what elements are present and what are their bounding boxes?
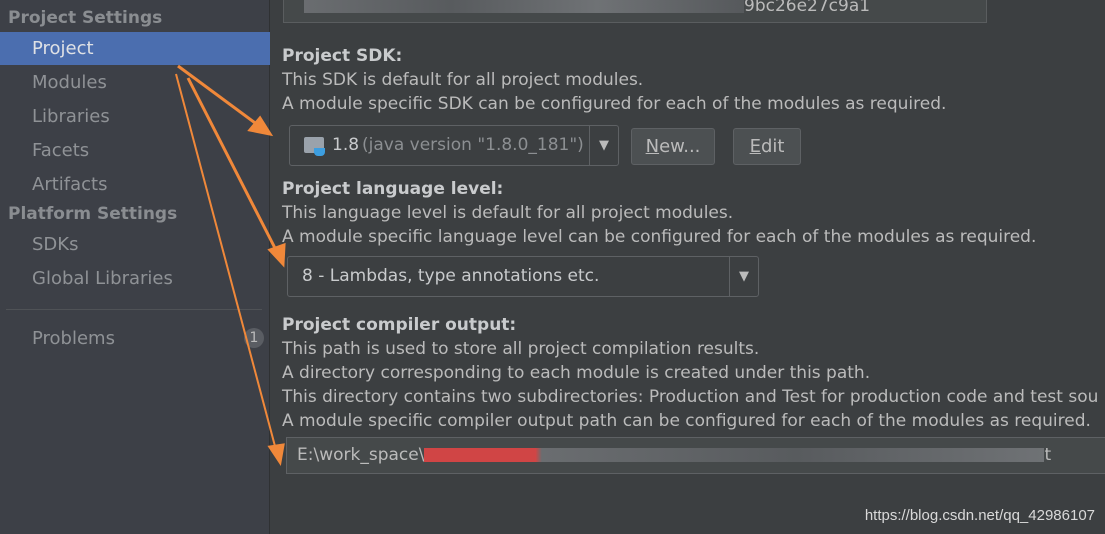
sidebar: Project Settings Project Modules Librari…: [0, 0, 270, 534]
sidebar-item-problems[interactable]: Problems: [0, 322, 270, 355]
compiler-output-path-field[interactable]: E:\work_space\ t: [286, 437, 1105, 474]
output-desc-1: This path is used to store all project c…: [282, 339, 760, 359]
language-desc-1: This language level is default for all p…: [282, 203, 734, 223]
sidebar-item-libraries[interactable]: Libraries: [0, 100, 270, 133]
output-desc-3: This directory contains two subdirectori…: [282, 387, 1099, 407]
field-text: 9bc26e27c9a1: [744, 0, 871, 16]
sidebar-item-facets[interactable]: Facets: [0, 134, 270, 167]
watermark: https://blog.csdn.net/qq_42986107: [864, 507, 1095, 524]
edit-sdk-button[interactable]: Edit: [733, 128, 801, 165]
project-name-field[interactable]: 9bc26e27c9a1: [283, 0, 987, 23]
output-desc-2: A directory corresponding to each module…: [282, 363, 871, 383]
sdk-desc-2: A module specific SDK can be configured …: [282, 94, 947, 114]
chevron-down-icon[interactable]: ▼: [589, 126, 618, 165]
sidebar-item-sdks[interactable]: SDKs: [0, 228, 270, 261]
sdk-heading: Project SDK:: [282, 46, 403, 66]
chevron-down-icon[interactable]: ▼: [729, 257, 758, 296]
compiler-output-heading: Project compiler output:: [282, 315, 517, 335]
output-desc-4: A module specific compiler output path c…: [282, 411, 1091, 431]
sidebar-item-project[interactable]: Project: [0, 32, 270, 65]
section-project-settings: Project Settings: [8, 8, 163, 28]
sdk-desc-1: This SDK is default for all project modu…: [282, 70, 644, 90]
java-cup-icon: [314, 148, 325, 156]
language-level-dropdown[interactable]: 8 - Lambdas, type annotations etc. ▼: [287, 256, 759, 297]
sidebar-item-artifacts[interactable]: Artifacts: [0, 168, 270, 201]
path-suffix: t: [1044, 445, 1052, 465]
divider: [6, 309, 262, 310]
sdk-dropdown[interactable]: 1.8 (java version "1.8.0_181") ▼: [289, 125, 619, 166]
new-sdk-button[interactable]: New...: [631, 128, 715, 165]
language-level-value: 8 - Lambdas, type annotations etc.: [302, 266, 600, 286]
sdk-version: 1.8: [332, 135, 360, 155]
project-settings-panel: 9bc26e27c9a1 Project SDK: This SDK is de…: [271, 0, 1105, 534]
sidebar-item-global-libraries[interactable]: Global Libraries: [0, 262, 270, 295]
path-prefix: E:\work_space\: [297, 445, 425, 465]
sdk-detail: (java version "1.8.0_181"): [362, 135, 584, 155]
problems-count-badge: 1: [244, 328, 264, 348]
language-desc-2: A module specific language level can be …: [282, 227, 1037, 247]
section-platform-settings: Platform Settings: [8, 204, 178, 224]
language-level-heading: Project language level:: [282, 179, 504, 199]
sidebar-item-modules[interactable]: Modules: [0, 66, 270, 99]
